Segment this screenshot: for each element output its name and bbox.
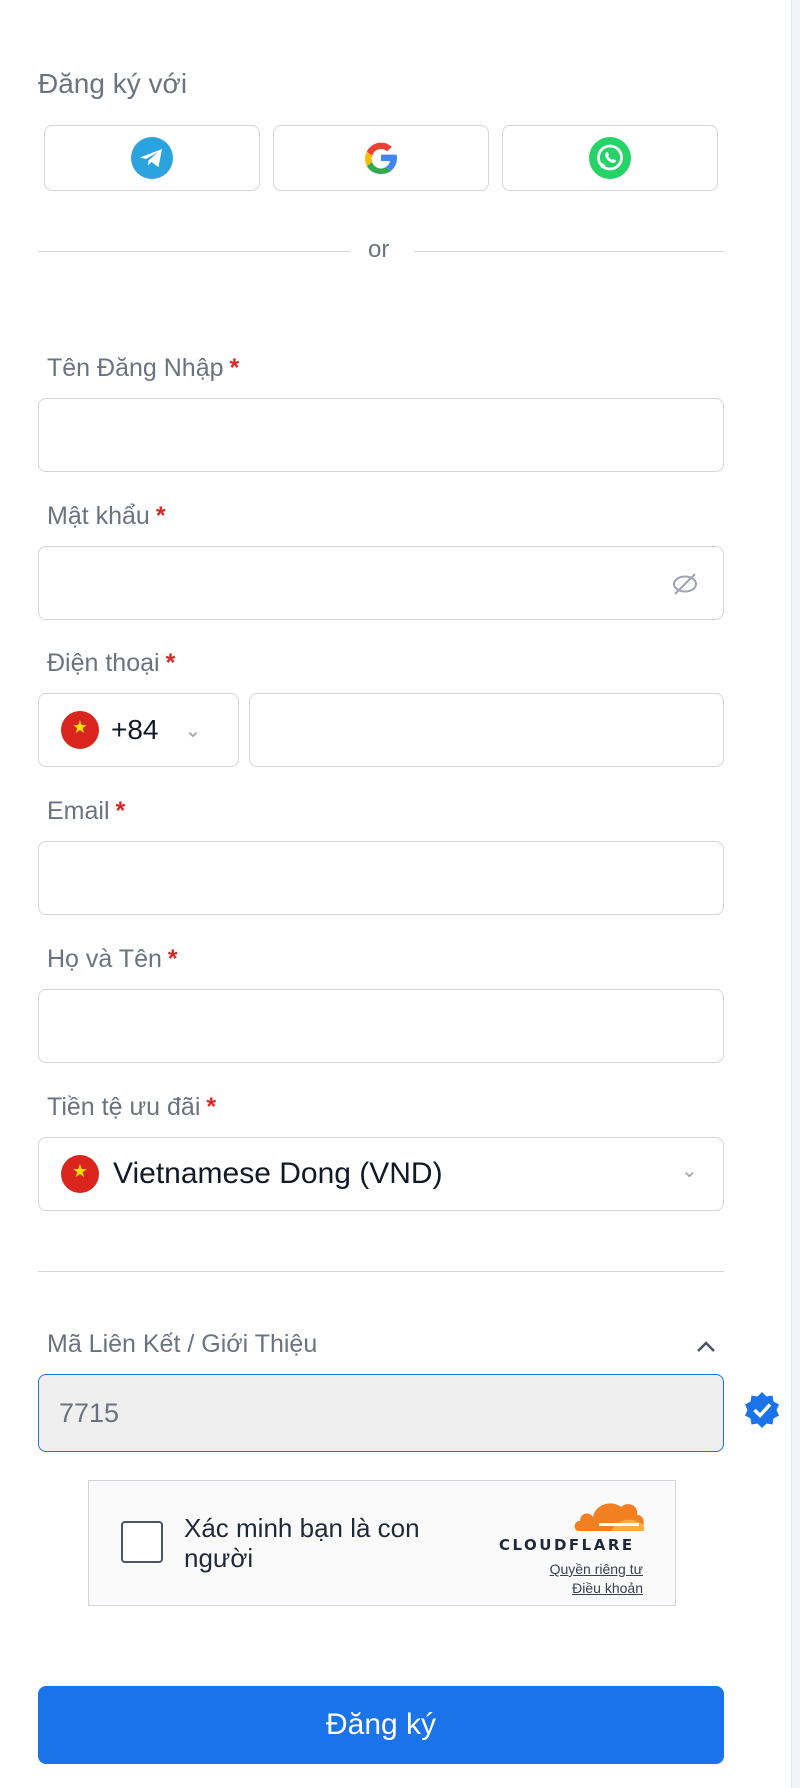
required-mark: * — [206, 1093, 217, 1121]
privacy-link[interactable]: Quyền riêng tư — [550, 1561, 643, 1577]
vietnam-flag-icon — [61, 1155, 99, 1193]
google-signup-button[interactable] — [273, 125, 489, 191]
verified-badge-icon — [745, 1392, 779, 1428]
required-mark: * — [155, 502, 166, 530]
chevron-down-icon: ⌄ — [184, 719, 202, 742]
username-input[interactable] — [38, 398, 724, 472]
terms-link[interactable]: Điều khoản — [572, 1580, 643, 1596]
currency-label: Tiền tệ ưu đãi * — [47, 1093, 217, 1121]
email-label: Email * — [47, 797, 126, 825]
password-label: Mật khẩu * — [47, 502, 166, 530]
divider-line-left — [38, 251, 350, 252]
required-mark: * — [115, 797, 126, 825]
username-label: Tên Đăng Nhập * — [47, 354, 240, 382]
google-icon — [365, 142, 397, 174]
vietnam-flag-icon — [61, 711, 99, 749]
email-input[interactable] — [38, 841, 724, 915]
phone-label: Điện thoại * — [47, 649, 176, 677]
required-mark: * — [229, 354, 240, 382]
referral-label: Mã Liên Kết / Giới Thiệu — [47, 1330, 318, 1358]
phone-input[interactable] — [249, 693, 724, 767]
page-scrollbar[interactable] — [791, 0, 800, 1788]
captcha-checkbox[interactable] — [121, 1521, 163, 1563]
cloudflare-brand: CLOUDFLARE — [499, 1536, 635, 1554]
signup-with-title: Đăng ký với — [38, 68, 188, 99]
currency-select[interactable]: Vietnamese Dong (VND) ⌄ — [38, 1137, 724, 1211]
whatsapp-icon — [589, 137, 631, 179]
fullname-input[interactable] — [38, 989, 724, 1063]
referral-code-input[interactable]: 7715 — [38, 1374, 724, 1452]
required-mark: * — [167, 945, 178, 973]
chevron-down-icon: ⌄ — [681, 1160, 698, 1182]
captcha-widget: Xác minh bạn là con người CLOUDFLARE Quy… — [88, 1480, 676, 1606]
eye-off-icon[interactable] — [671, 571, 699, 597]
required-mark: * — [165, 649, 176, 677]
currency-selected-value: Vietnamese Dong (VND) — [113, 1157, 443, 1190]
country-code-select[interactable]: +84 ⌄ — [38, 693, 239, 767]
password-input[interactable] — [38, 546, 724, 620]
country-code-value: +84 — [111, 714, 159, 745]
telegram-signup-button[interactable] — [44, 125, 260, 191]
fullname-label: Họ và Tên * — [47, 945, 178, 973]
whatsapp-signup-button[interactable] — [502, 125, 718, 191]
section-divider — [38, 1271, 724, 1272]
register-submit-button[interactable]: Đăng ký — [38, 1686, 724, 1764]
divider-line-right — [414, 251, 724, 252]
telegram-icon — [131, 137, 173, 179]
captcha-label: Xác minh bạn là con người — [184, 1513, 420, 1573]
chevron-up-icon[interactable] — [694, 1338, 718, 1354]
or-divider-text: or — [368, 236, 390, 263]
cloudflare-cloud-icon — [574, 1503, 645, 1531]
